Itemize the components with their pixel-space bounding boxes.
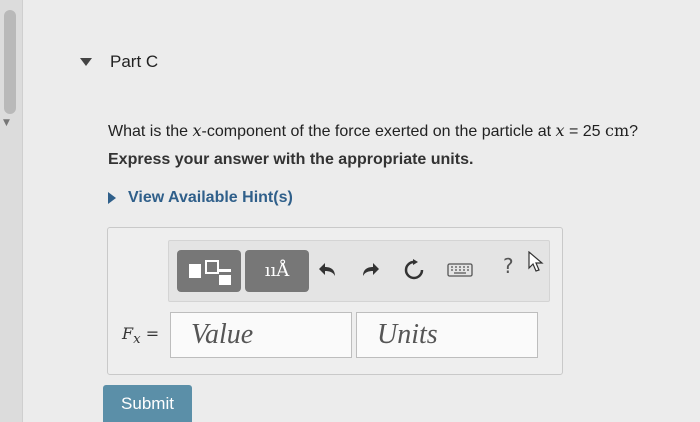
- question-middle: -component of the force exerted on the p…: [201, 123, 556, 140]
- keyboard-icon[interactable]: [447, 257, 473, 283]
- help-icon[interactable]: ?: [503, 254, 514, 278]
- expand-caret-icon[interactable]: [108, 192, 116, 204]
- answer-box: ııÅ ? Fx =: [107, 227, 563, 375]
- collapse-caret-icon[interactable]: [80, 58, 92, 66]
- question-prefix: What is the: [108, 123, 193, 140]
- question-suffix: ?: [629, 123, 639, 140]
- scroll-down-arrow-icon[interactable]: ▼: [3, 118, 10, 128]
- answer-equals: =: [140, 324, 160, 343]
- reset-icon[interactable]: [401, 257, 427, 283]
- math-toolbar: ııÅ ?: [168, 240, 550, 302]
- question-equals: = 25: [564, 123, 606, 140]
- submit-button[interactable]: Submit: [103, 385, 192, 422]
- answer-label: Fx =: [122, 324, 159, 347]
- redo-icon[interactable]: [357, 257, 383, 283]
- question-unit: cm: [605, 121, 630, 140]
- units-input[interactable]: [356, 312, 538, 358]
- question-text: What is the x-component of the force exe…: [108, 121, 638, 141]
- templates-icon[interactable]: [177, 250, 241, 292]
- part-title: Part C: [110, 52, 159, 71]
- mouse-cursor-icon: [527, 250, 547, 275]
- part-header[interactable]: Part C: [80, 52, 158, 72]
- view-hints-link[interactable]: View Available Hint(s): [128, 189, 293, 207]
- undo-icon[interactable]: [315, 257, 341, 283]
- units-icon[interactable]: ııÅ: [245, 250, 309, 292]
- answer-subscript: x: [133, 332, 141, 348]
- question-variable-2: x: [555, 121, 565, 140]
- hint-toggle[interactable]: View Available Hint(s): [108, 189, 293, 207]
- scrollbar-thumb[interactable]: [4, 10, 16, 114]
- answer-variable: F: [122, 324, 134, 343]
- scrollbar[interactable]: ▼: [0, 0, 23, 422]
- value-input[interactable]: [170, 312, 352, 358]
- question-variable: x: [192, 121, 202, 140]
- instruction-text: Express your answer with the appropriate…: [108, 151, 474, 168]
